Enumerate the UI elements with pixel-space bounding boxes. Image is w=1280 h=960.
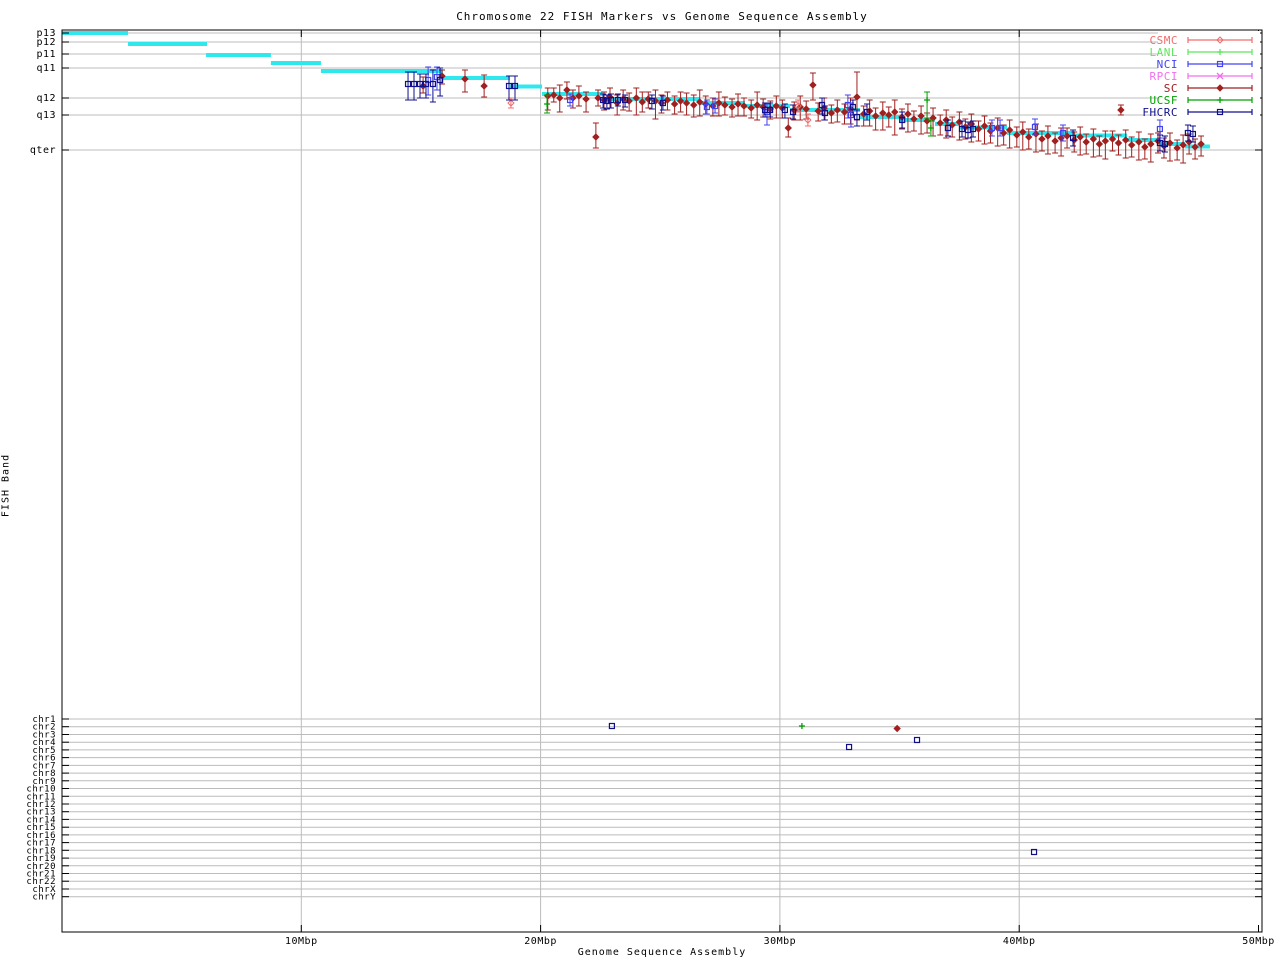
legend-label-FHCRC: FHCRC — [1142, 106, 1178, 119]
axes: 10Mbp 20Mbp 30Mbp 40Mbp 50Mbpp13p12p11q11q12… — [26, 28, 1274, 947]
chr-tick-label: chrY — [32, 893, 56, 903]
gridlines — [62, 30, 1262, 932]
x-tick-label: 50Mbp — [1242, 936, 1275, 947]
band-tick-label: q13 — [36, 110, 56, 121]
series-UCSF — [544, 91, 934, 729]
legend: CSMCLANLNCIRPCISCUCSFFHCRC — [1142, 31, 1260, 119]
band-tick-label: p11 — [36, 49, 56, 60]
band-tick-label: q12 — [36, 93, 56, 104]
x-tick-label: 30Mbp — [764, 936, 797, 947]
band-tick-label: q11 — [36, 63, 56, 74]
fish-marker-chart: Chromosome 22 FISH Markers vs Genome Seq… — [0, 0, 1280, 960]
plot-canvas: 10Mbp 20Mbp 30Mbp 40Mbp 50Mbpp13p12p11q11q12… — [26, 28, 1274, 947]
series-FHCRC — [404, 67, 1197, 856]
x-tick-label: 10Mbp — [285, 936, 318, 947]
series-SC — [419, 69, 1205, 733]
band-tick-label: p12 — [36, 37, 56, 48]
x-tick-label: 20Mbp — [524, 936, 557, 947]
band-tick-label: qter — [30, 145, 56, 156]
x-tick-label: 40Mbp — [1003, 936, 1036, 947]
